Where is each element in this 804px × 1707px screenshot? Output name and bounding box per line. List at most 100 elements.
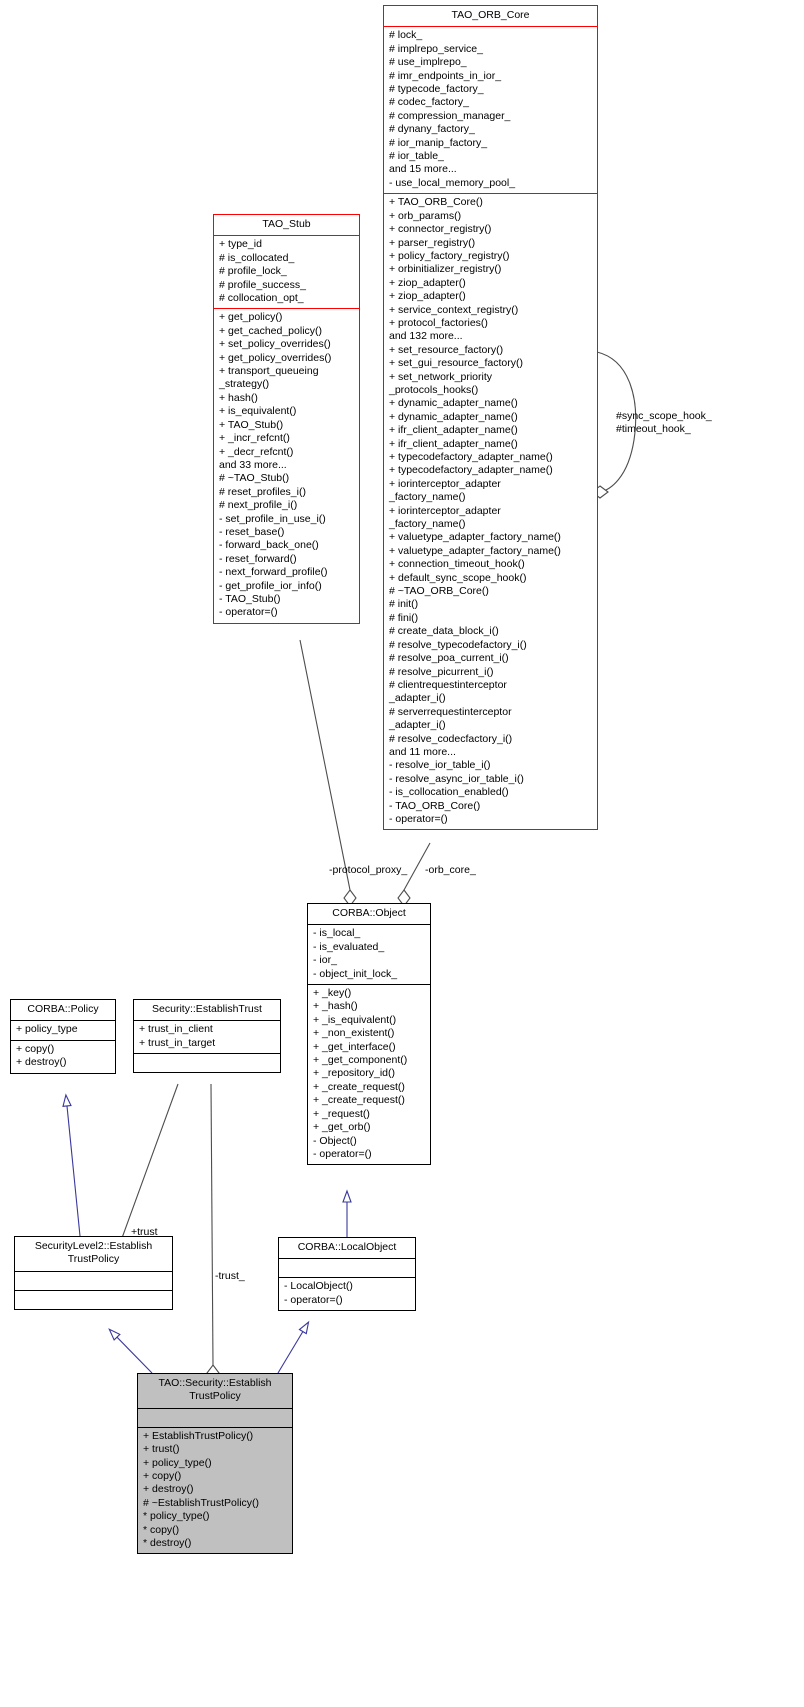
class-node-tao-orb-core[interactable]: TAO_ORB_Core # lock_ # implrepo_service_ #… bbox=[383, 5, 598, 831]
class-node-securitylevel2-establish-trust-policy[interactable]: SecurityLevel2::Establish TrustPolicy bbox=[14, 1236, 173, 1310]
member-row: # resolve_codecfactory_i() bbox=[389, 732, 513, 745]
attributes-compartment-corba-object: - is_local_ - is_evaluated_ - ior_ - object… bbox=[308, 925, 430, 986]
member-row: + _repository_id() bbox=[313, 1067, 395, 1080]
member-row: + copy() bbox=[143, 1470, 182, 1483]
member-row: + service_context_registry() bbox=[389, 303, 519, 316]
member-row: + iorinterceptor_adapter _factory_name() bbox=[389, 504, 501, 531]
member-row: + parser_registry() bbox=[389, 236, 476, 249]
member-row: + set_gui_resource_factory() bbox=[389, 357, 523, 370]
member-row: # next_profile_i() bbox=[219, 499, 298, 512]
member-row: # lock_ bbox=[389, 29, 423, 42]
member-row: + _non_existent() bbox=[313, 1027, 395, 1040]
class-node-corba-localobject[interactable]: CORBA::LocalObject - LocalObject() - oper… bbox=[278, 1237, 416, 1312]
member-row: - TAO_Stub() bbox=[219, 592, 281, 605]
member-row: - get_profile_ior_info() bbox=[219, 579, 322, 592]
member-row: + typecodefactory_adapter_name() bbox=[389, 451, 553, 463]
member-row: # dynany_factory_ bbox=[389, 123, 475, 136]
attributes-compartment-tao-orb-core: # lock_ # implrepo_service_ # use_implrepo… bbox=[384, 27, 597, 195]
edge-label-sync-scope-timeout-hook: #sync_scope_hook_ #timeout_hook_ bbox=[616, 410, 712, 435]
member-row: + iorinterceptor_adapter _factory_name() bbox=[389, 477, 501, 504]
member-row: + ifr_client_adapter_name() bbox=[389, 424, 518, 437]
operations-compartment-security-establish-trust bbox=[134, 1054, 280, 1072]
member-row: and 132 more... bbox=[389, 330, 463, 343]
member-row: + connector_registry() bbox=[389, 223, 492, 236]
attributes-compartment-tao-security-establish-trust-policy bbox=[138, 1409, 292, 1428]
member-row: + ziop_adapter() bbox=[389, 276, 466, 289]
member-row: + set_network_priority _protocols_hooks() bbox=[389, 370, 493, 396]
operations-compartment-securitylevel2 bbox=[15, 1291, 172, 1309]
member-row: - object_init_lock_ bbox=[313, 967, 398, 980]
member-row: + valuetype_adapter_factory_name() bbox=[389, 544, 561, 557]
class-node-tao-stub[interactable]: TAO_Stub + type_id # is_collocated_ # prof… bbox=[213, 214, 360, 624]
attributes-compartment-corba-localobject bbox=[279, 1259, 415, 1279]
attributes-compartment-tao-stub: + type_id # is_collocated_ # profile_lock_… bbox=[214, 236, 359, 310]
member-row: - is_local_ bbox=[313, 927, 361, 940]
member-row: + protocol_factories() bbox=[389, 316, 488, 329]
member-row: + _create_request() bbox=[313, 1080, 405, 1093]
member-row: * destroy() bbox=[143, 1537, 192, 1550]
member-row: # use_implrepo_ bbox=[389, 56, 467, 69]
class-node-tao-security-establish-trust-policy[interactable]: TAO::Security::Establish TrustPolicy + E… bbox=[137, 1373, 293, 1555]
edge-label-orb-core: -orb_core_ bbox=[425, 864, 476, 876]
class-title-corba-object: CORBA::Object bbox=[308, 904, 430, 926]
member-row: # fini() bbox=[389, 611, 419, 624]
member-row: - use_local_memory_pool_ bbox=[389, 176, 516, 189]
member-row: + type_id bbox=[219, 238, 262, 251]
member-row: # ~EstablishTrustPolicy() bbox=[143, 1496, 260, 1509]
member-row: - is_evaluated_ bbox=[313, 940, 385, 953]
class-node-corba-object[interactable]: CORBA::Object - is_local_ - is_evaluated_… bbox=[307, 903, 431, 1166]
member-row: - Object() bbox=[313, 1134, 357, 1147]
attributes-compartment-security-establish-trust: + trust_in_client + trust_in_target bbox=[134, 1021, 280, 1055]
member-row: # serverrequestinterceptor _adapter_i() bbox=[389, 705, 512, 732]
member-row: # implrepo_service_ bbox=[389, 42, 483, 55]
class-title-securitylevel2-establish-trust-policy: SecurityLevel2::Establish TrustPolicy bbox=[15, 1237, 172, 1272]
member-row: # ~TAO_Stub() bbox=[219, 472, 290, 485]
member-row: + _decr_refcnt() bbox=[219, 445, 294, 458]
member-row: + transport_queueing _strategy() bbox=[219, 365, 319, 391]
member-row: + hash() bbox=[219, 391, 258, 404]
member-row: + _request() bbox=[313, 1107, 370, 1120]
member-row: # ior_table_ bbox=[389, 150, 444, 163]
member-row: + _create_request() bbox=[313, 1094, 405, 1107]
attributes-compartment-securitylevel2 bbox=[15, 1272, 172, 1291]
operations-compartment-tao-stub: + get_policy() + get_cached_policy() + set… bbox=[214, 309, 359, 622]
member-row: + _get_interface() bbox=[313, 1040, 396, 1053]
member-row: - resolve_ior_table_i() bbox=[389, 759, 491, 772]
member-row: + get_cached_policy() bbox=[219, 324, 323, 337]
member-row: - set_profile_in_use_i() bbox=[219, 512, 326, 525]
member-row: - reset_base() bbox=[219, 525, 285, 538]
class-title-security-establish-trust: Security::EstablishTrust bbox=[134, 1000, 280, 1022]
member-row: - operator=() bbox=[219, 606, 278, 619]
member-row: + typecodefactory_adapter_name() bbox=[389, 464, 553, 477]
member-row: + trust_in_target bbox=[139, 1036, 216, 1049]
member-row: - resolve_async_ior_table_i() bbox=[389, 772, 524, 785]
member-row: * policy_type() bbox=[143, 1510, 210, 1523]
member-row: + orb_params() bbox=[389, 209, 462, 222]
member-row: + trust() bbox=[143, 1443, 180, 1456]
member-row: + connection_timeout_hook() bbox=[389, 558, 525, 571]
member-row: + policy_type() bbox=[143, 1456, 212, 1469]
member-row: - operator=() bbox=[389, 812, 448, 825]
member-row: # init() bbox=[389, 598, 419, 611]
member-row: # is_collocated_ bbox=[219, 251, 295, 264]
member-row: - operator=() bbox=[284, 1293, 343, 1306]
member-row: - next_forward_profile() bbox=[219, 566, 328, 579]
member-row: + set_policy_overrides() bbox=[219, 338, 331, 351]
class-title-tao-orb-core: TAO_ORB_Core bbox=[384, 6, 597, 28]
member-row: # collocation_opt_ bbox=[219, 292, 304, 305]
member-row: - forward_back_one() bbox=[219, 539, 319, 552]
member-row: * copy() bbox=[143, 1523, 180, 1536]
member-row: # profile_success_ bbox=[219, 278, 306, 291]
member-row: and 15 more... bbox=[389, 163, 457, 176]
member-row: # ~TAO_ORB_Core() bbox=[389, 585, 489, 598]
member-row: + destroy() bbox=[143, 1483, 194, 1496]
member-row: + copy() bbox=[16, 1042, 55, 1055]
member-row: + _get_orb() bbox=[313, 1121, 371, 1134]
class-node-security-establish-trust[interactable]: Security::EstablishTrust + trust_in_clie… bbox=[133, 999, 281, 1074]
class-node-corba-policy[interactable]: CORBA::Policy + policy_type + copy() + de… bbox=[10, 999, 116, 1074]
member-row: + policy_factory_registry() bbox=[389, 249, 510, 262]
operations-compartment-corba-localobject: - LocalObject() - operator=() bbox=[279, 1278, 415, 1310]
diagram-canvas: TAO_ORB_Core # lock_ # implrepo_service_ #… bbox=[0, 0, 804, 1707]
member-row: + EstablishTrustPolicy() bbox=[143, 1429, 254, 1442]
member-row: # clientrequestinterceptor _adapter_i() bbox=[389, 678, 507, 705]
